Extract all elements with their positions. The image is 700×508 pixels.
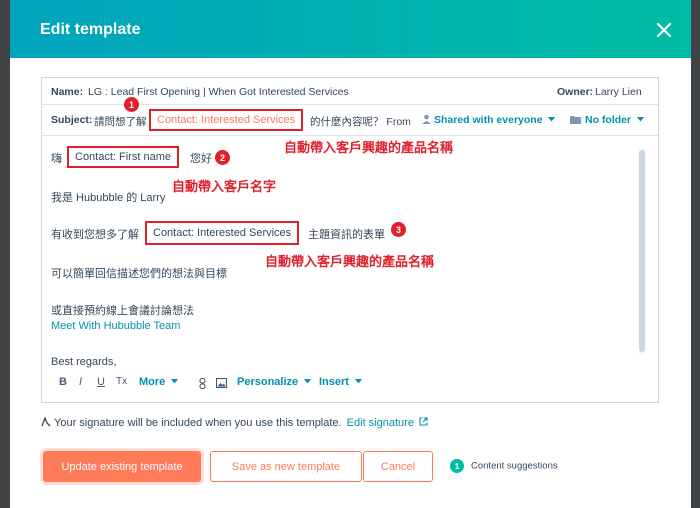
update-existing-template-button[interactable]: Update existing template [43, 451, 201, 482]
caret-down-icon [304, 379, 312, 384]
signature-note: Your signature will be included when you… [41, 416, 428, 429]
shared-label: Shared with everyone [434, 114, 543, 126]
signature-text: Your signature will be included when you… [54, 417, 342, 429]
folder-label: No folder [585, 114, 632, 126]
owner-name: Larry Lien [595, 86, 642, 98]
owner-label: Owner: [557, 86, 594, 98]
annotation-note-3: 自動帶入客戶興趣的產品名稱 [265, 254, 435, 269]
caret-down-icon [355, 379, 363, 384]
content-suggestions-count: 1 [450, 459, 464, 473]
cancel-button[interactable]: Cancel [363, 451, 433, 482]
scrollbar-thumb[interactable] [639, 150, 645, 352]
caret-down-icon [637, 117, 645, 122]
body-token-interested-services[interactable]: Contact: Interested Services [145, 221, 300, 245]
annotation-badge-3: 3 [391, 222, 406, 237]
personalize-label: Personalize [237, 376, 299, 388]
subject-suffix[interactable]: 的什麼內容呢？ From [310, 114, 411, 129]
folder-dropdown[interactable]: No folder [570, 114, 645, 126]
meeting-link[interactable]: Meet With Hububble Team [51, 320, 180, 332]
folder-icon [570, 116, 581, 124]
user-icon [422, 114, 431, 124]
content-suggestions-label: Content suggestions [471, 460, 558, 472]
modal-title: Edit template [40, 21, 141, 38]
image-icon[interactable] [216, 378, 227, 388]
formatting-toolbar: B I U Tx More Personalize Insert [42, 370, 658, 398]
want-suffix-text: 主題資訊的表單 [308, 229, 385, 241]
closing-text: Best regards, [51, 356, 117, 368]
signature-icon [41, 416, 51, 427]
annotation-badge-2: 2 [215, 150, 230, 165]
edit-template-modal: Edit template Name: LG : Lead First Open… [10, 0, 691, 508]
subject-token-interested-services[interactable]: Contact: Interested Services [149, 109, 304, 131]
subject-prefix[interactable]: 請問想了解 [94, 114, 147, 129]
body-token-first-name[interactable]: Contact: First name [67, 146, 179, 168]
shared-dropdown[interactable]: Shared with everyone [422, 114, 556, 126]
subject-label: Subject: [51, 114, 93, 126]
template-editor: Name: LG : Lead First Opening | When Got… [41, 77, 659, 403]
more-label: More [139, 376, 166, 388]
insert-dropdown[interactable]: Insert [319, 376, 363, 388]
link-icon[interactable] [199, 378, 206, 389]
content-suggestions[interactable]: 1 Content suggestions [450, 459, 558, 473]
personalize-dropdown[interactable]: Personalize [237, 376, 312, 388]
template-name[interactable]: LG : Lead First Opening | When Got Inter… [88, 86, 349, 98]
name-label: Name: [51, 86, 84, 98]
more-dropdown[interactable]: More [139, 376, 179, 388]
clear-format-button[interactable]: Tx [116, 376, 127, 387]
booking-text: 或直接預約線上會議討論想法 [51, 305, 194, 317]
bold-button[interactable]: B [59, 376, 67, 388]
modal-header: Edit template [10, 0, 691, 58]
edit-signature-link[interactable]: Edit signature [347, 417, 428, 429]
reply-text: 可以簡單回信描述您們的想法與目標 [51, 268, 227, 280]
save-as-new-template-button[interactable]: Save as new template [210, 451, 362, 482]
close-icon[interactable] [655, 21, 673, 39]
annotation-note-1: 自動帶入客戶興趣的產品名稱 [284, 140, 454, 155]
annotation-badge-1: 1 [124, 97, 139, 112]
edit-signature-label: Edit signature [346, 417, 414, 429]
caret-down-icon [171, 379, 179, 384]
intro-text: 我是 Hububble 的 Larry [51, 192, 166, 204]
underline-button[interactable]: U [97, 376, 105, 388]
annotation-note-2: 自動帶入客戶名字 [172, 179, 277, 194]
want-prefix-text: 有收到您想多了解 [51, 229, 139, 241]
italic-button[interactable]: I [79, 376, 82, 388]
greeting-text: 嗨 [51, 153, 62, 165]
caret-down-icon [548, 117, 556, 122]
hello-text: 您好 [190, 153, 212, 165]
insert-label: Insert [319, 376, 349, 388]
external-link-icon [419, 417, 428, 426]
